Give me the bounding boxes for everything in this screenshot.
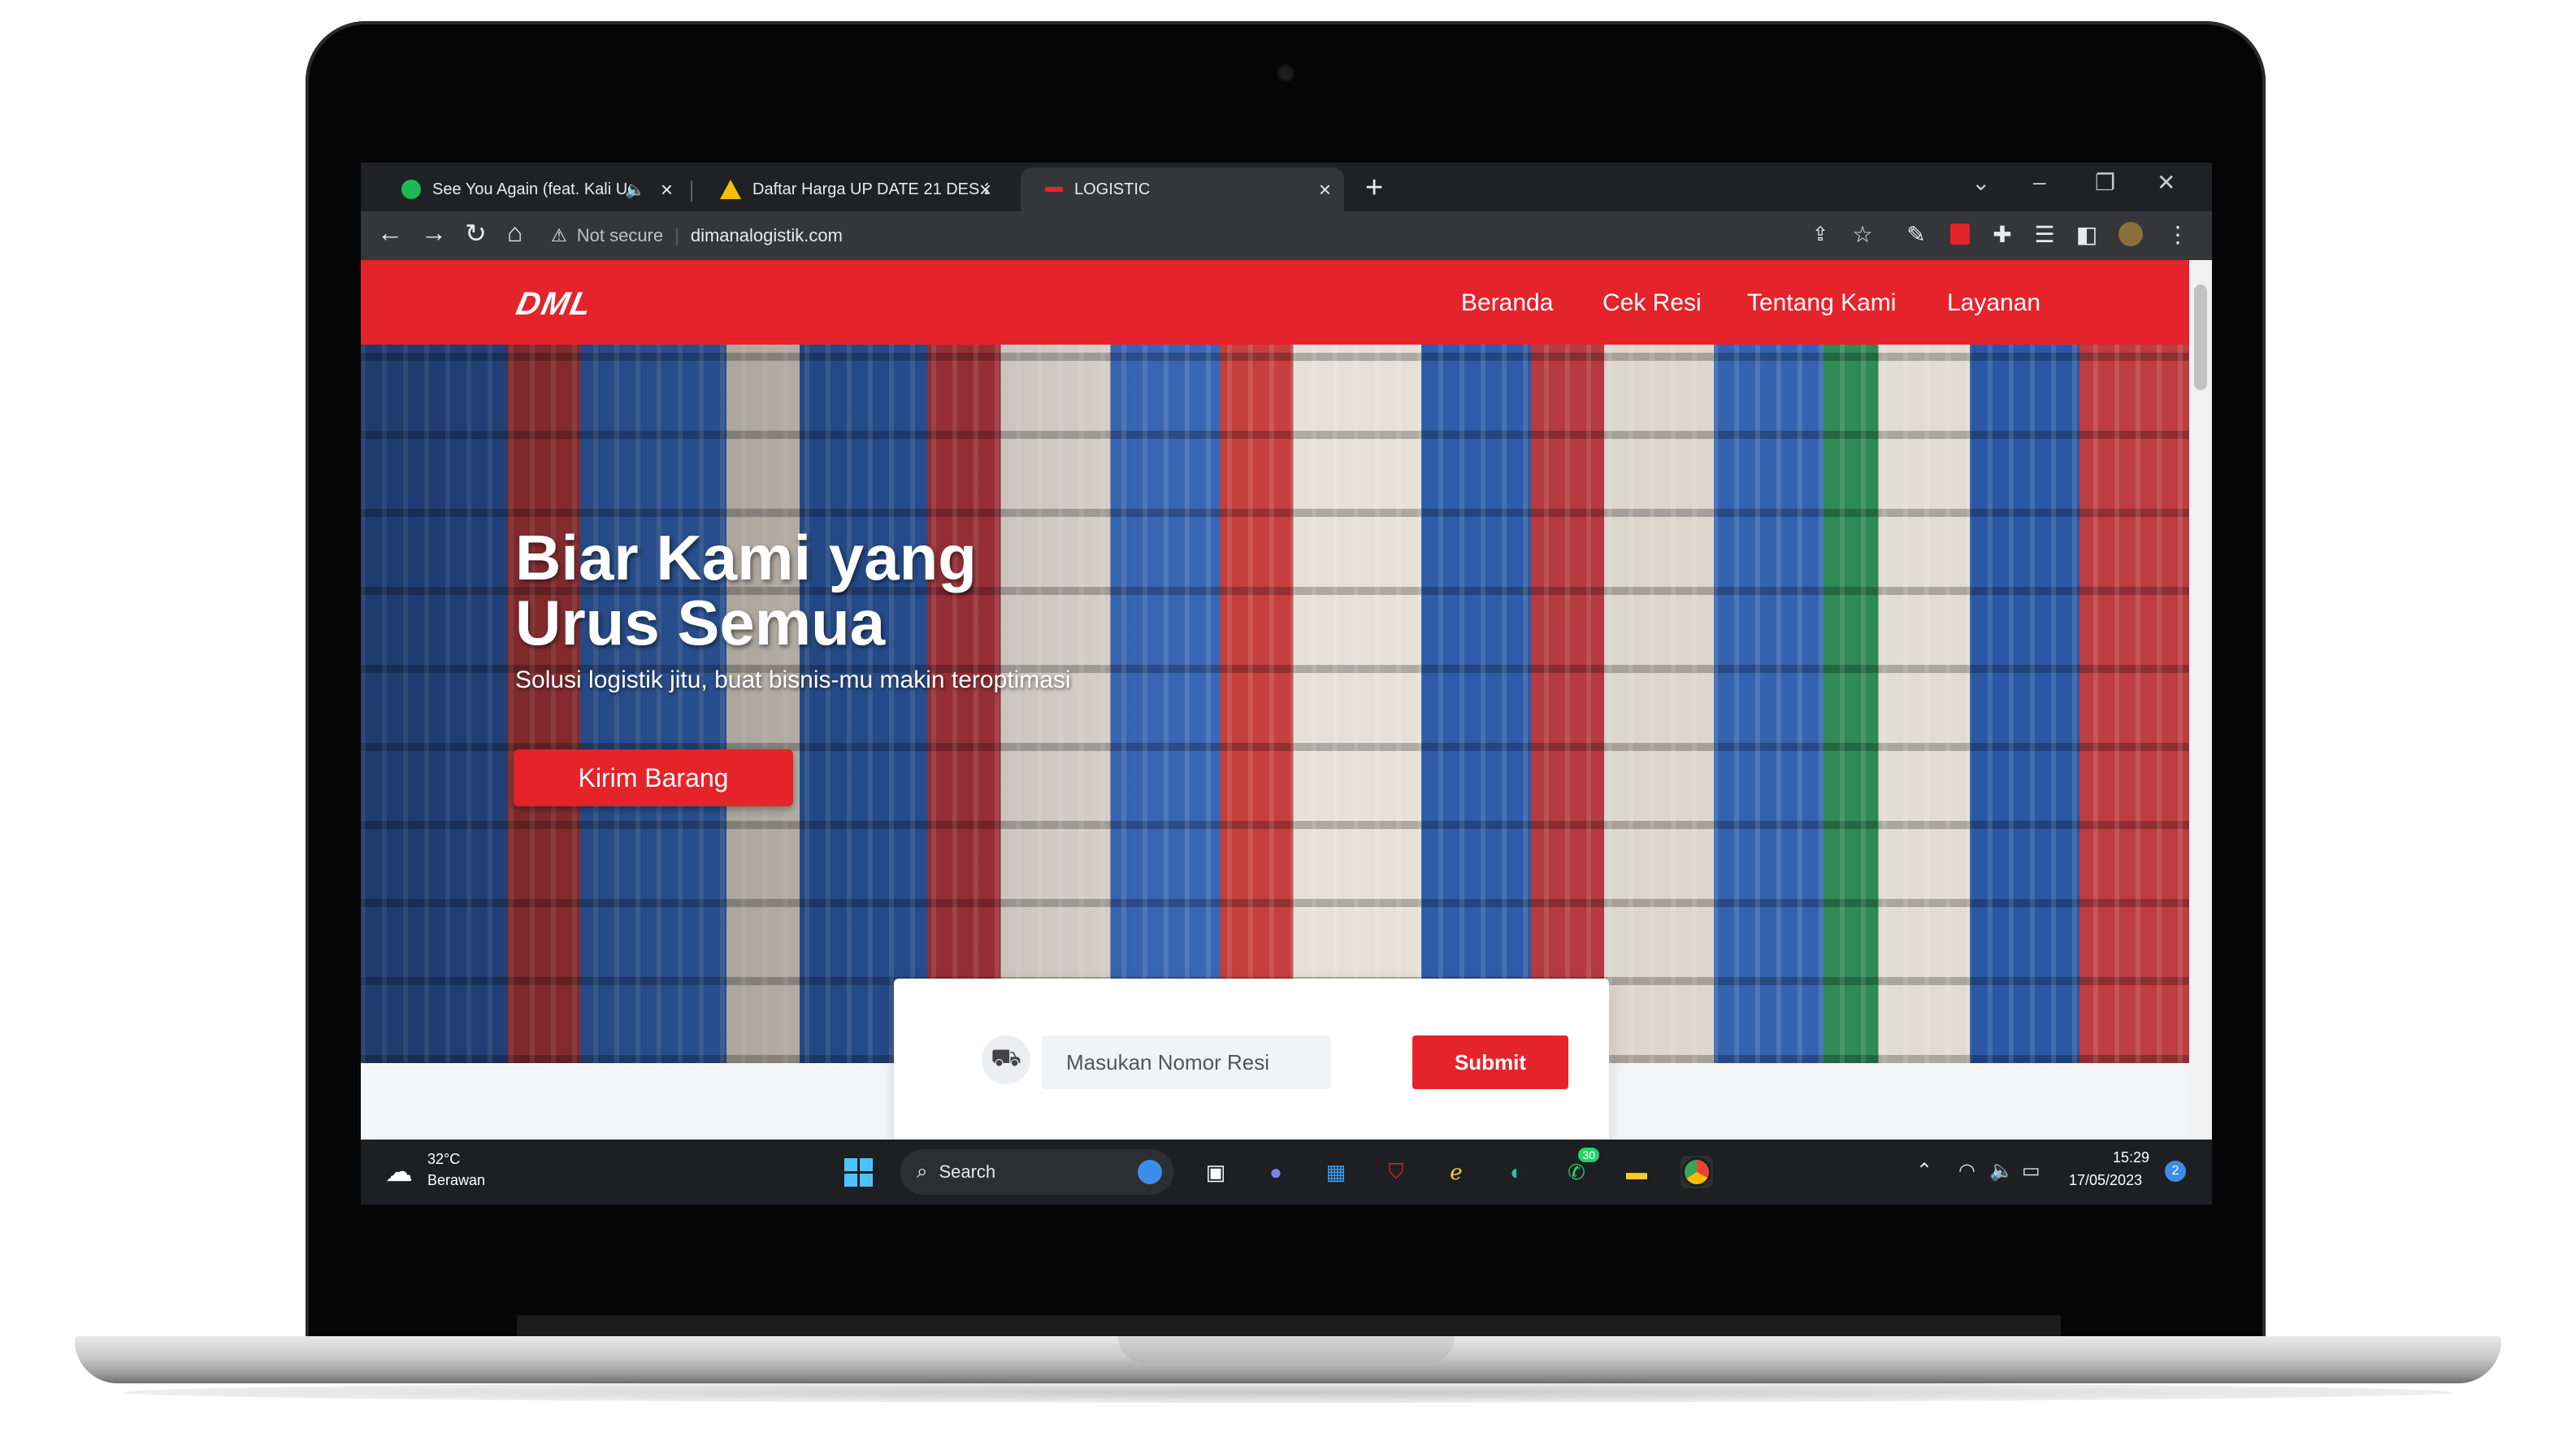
volume-icon[interactable]: 🔈 — [1989, 1159, 2014, 1183]
weather-temp[interactable]: 32°C — [427, 1151, 460, 1168]
hero-title-line-2: Urus Semua — [515, 587, 886, 658]
reload-icon[interactable]: ↻ — [465, 218, 487, 249]
tab-close-icon[interactable]: × — [1319, 177, 1331, 202]
bing-icon — [1138, 1160, 1162, 1184]
microsoft-store-icon[interactable]: ▦ — [1320, 1156, 1352, 1188]
share-icon[interactable]: ⇪ — [1806, 219, 1835, 249]
tab-search-icon[interactable]: ⌄ — [1971, 169, 1990, 196]
truck-icon: ⛟ — [982, 1035, 1030, 1084]
bookmark-star-icon[interactable]: ☆ — [1848, 219, 1877, 249]
whatsapp-badge: 30 — [1578, 1148, 1599, 1162]
weather-condition[interactable]: Berawan — [427, 1172, 485, 1189]
laptop-notch — [1118, 1336, 1455, 1364]
wifi-icon[interactable]: ◠ — [1958, 1159, 1975, 1183]
security-label: Not secure — [576, 225, 664, 245]
back-icon[interactable]: ← — [377, 218, 403, 248]
search-icon: ⌕ — [917, 1161, 928, 1183]
internet-explorer-icon[interactable]: ℯ — [1440, 1156, 1472, 1188]
google-drive-icon — [720, 180, 741, 199]
url-separator: | — [674, 225, 679, 245]
home-icon[interactable]: ⌂ — [507, 218, 523, 248]
weather-cloud-icon[interactable]: ☁ — [385, 1156, 413, 1188]
hero-subtitle: Solusi logistik jitu, buat bisnis-mu mak… — [515, 666, 1071, 693]
taskbar-search[interactable]: ⌕ Search — [900, 1149, 1173, 1195]
tab-spotify[interactable]: See You Again (feat. Kali Uch 🔈 × — [377, 167, 686, 211]
file-explorer-icon[interactable]: ▬ — [1620, 1156, 1653, 1188]
tab-logistic[interactable]: LOGISTIC × — [1021, 167, 1344, 211]
task-view-icon[interactable]: ▣ — [1199, 1156, 1232, 1188]
scrollbar-thumb[interactable] — [2194, 284, 2207, 390]
clock-date[interactable]: 17/05/2023 — [2069, 1172, 2142, 1189]
page-scrollbar[interactable] — [2189, 260, 2212, 1140]
menu-kebab-icon[interactable]: ⋮ — [2163, 219, 2192, 249]
tray-chevron-icon[interactable]: ⌃ — [1916, 1159, 1932, 1183]
submit-button[interactable]: Submit — [1412, 1035, 1568, 1089]
tab-close-icon[interactable]: × — [661, 177, 673, 202]
search-label: Search — [939, 1161, 996, 1182]
hero-shade — [361, 345, 1255, 1063]
tab-label: See You Again (feat. Kali Uch — [432, 180, 635, 198]
hero-title: Biar Kami yang Urus Semua — [515, 525, 977, 655]
minimize-button[interactable]: – — [2033, 169, 2046, 195]
site-navbar: DML Beranda Cek Resi Tentang Kami Layana… — [361, 260, 2189, 345]
spotify-icon — [401, 180, 421, 199]
restore-button[interactable]: ❐ — [2095, 169, 2115, 196]
windows-start-icon[interactable] — [842, 1156, 874, 1188]
laptop-shadow — [122, 1382, 2454, 1403]
tab-separator — [691, 180, 692, 202]
whatsapp-icon[interactable]: ✆ 30 — [1560, 1148, 1599, 1188]
teams-chat-icon[interactable]: ● — [1260, 1156, 1292, 1188]
battery-icon[interactable]: ▭ — [2022, 1159, 2040, 1183]
web-page: DML Beranda Cek Resi Tentang Kami Layana… — [361, 260, 2189, 1140]
warning-icon: ⚠ — [551, 225, 567, 245]
webcam-icon — [1279, 67, 1292, 80]
edge-icon[interactable]: ◐ — [1500, 1156, 1533, 1188]
windows-taskbar: ☁ 32°C Berawan ⌕ Search ▣ ● ▦ ⛉ ℯ ◐ ✆ 30… — [361, 1140, 2212, 1205]
chrome-icon[interactable] — [1680, 1156, 1713, 1188]
clock-time[interactable]: 15:29 — [2113, 1149, 2149, 1166]
mcafee-icon[interactable]: ⛉ — [1380, 1156, 1412, 1188]
url-text[interactable]: dimanalogistik.com — [691, 225, 843, 246]
notification-badge[interactable]: 2 — [2165, 1161, 2186, 1182]
hero-title-line-1: Biar Kami yang — [515, 522, 977, 593]
screen: See You Again (feat. Kali Uch 🔈 × Daftar… — [361, 163, 2212, 1205]
red-extension-icon[interactable] — [1945, 219, 1975, 249]
browser-toolbar: ← → ↻ ⌂ ⚠ Not secure | dimanalogistik.co… — [361, 211, 2212, 260]
tab-google-drive[interactable]: Daftar Harga UP DATE 21 DES 20 × — [696, 167, 1004, 211]
nav-beranda[interactable]: Beranda — [1461, 289, 1553, 317]
pen-extension-icon[interactable]: ✎ — [1902, 219, 1931, 249]
site-icon — [1045, 187, 1063, 192]
speaker-icon: 🔈 — [625, 180, 645, 199]
tab-label: Daftar Harga UP DATE 21 DES 20 — [752, 180, 988, 198]
new-tab-button[interactable]: + — [1365, 171, 1383, 206]
browser-tab-strip: See You Again (feat. Kali Uch 🔈 × Daftar… — [361, 163, 2212, 215]
tracking-number-input[interactable] — [1042, 1035, 1331, 1089]
site-logo[interactable]: DML — [513, 286, 596, 323]
close-window-button[interactable]: ✕ — [2157, 169, 2175, 196]
side-panel-icon[interactable]: ◧ — [2072, 219, 2101, 249]
send-package-button[interactable]: Kirim Barang — [514, 749, 793, 806]
profile-avatar[interactable] — [2116, 219, 2145, 249]
tracking-card: ⛟ Submit — [894, 979, 1609, 1140]
puzzle-extension-icon[interactable]: ✚ — [1988, 219, 2017, 249]
nav-layanan[interactable]: Layanan — [1947, 289, 2040, 317]
tab-close-icon[interactable]: × — [979, 177, 991, 202]
media-queue-icon[interactable]: ☰ — [2030, 219, 2059, 249]
nav-cek-resi[interactable]: Cek Resi — [1602, 289, 1702, 317]
nav-tentang-kami[interactable]: Tentang Kami — [1747, 289, 1896, 317]
hero-banner: Biar Kami yang Urus Semua Solusi logisti… — [361, 345, 2189, 1063]
tab-label: LOGISTIC — [1074, 180, 1151, 198]
forward-icon[interactable]: → — [421, 218, 447, 248]
